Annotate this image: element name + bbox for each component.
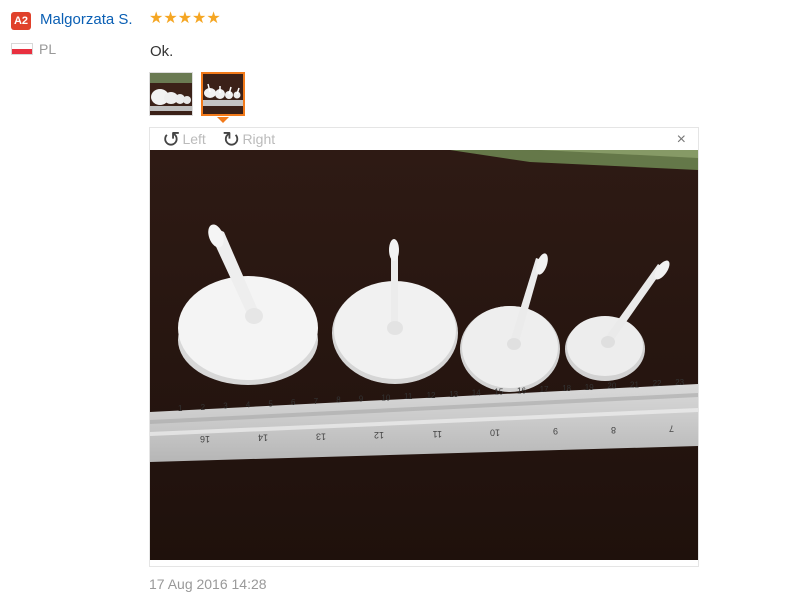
thumbnail-1-image xyxy=(150,73,192,115)
review-comment: Ok. xyxy=(150,43,174,60)
close-icon[interactable]: × xyxy=(677,131,686,149)
ruler-bottom-tick-label: 14 xyxy=(258,433,268,443)
ruler-top-tick-label: 5 xyxy=(268,399,273,408)
rotate-right-button[interactable]: ↻ Right xyxy=(222,127,276,153)
ruler-bottom-tick-label: 10 xyxy=(490,428,500,438)
rotate-left-icon: ↺ xyxy=(162,127,181,153)
rotate-left-button[interactable]: ↺ Left xyxy=(162,127,206,153)
ruler-top-tick-label: 13 xyxy=(449,390,458,399)
ruler-bottom-tick-label: 13 xyxy=(316,431,326,441)
ruler-top-tick-label: 8 xyxy=(336,396,341,405)
ruler-bottom-tick-label: 16 xyxy=(200,434,210,444)
review-photo-thumbnail-1[interactable] xyxy=(149,72,193,116)
poland-flag-icon xyxy=(11,43,33,55)
reviewer-country: PL xyxy=(39,41,57,57)
photo-viewer: ↺ Left ↻ Right × 1 2 3 4 5 6 7 8 9 10 11… xyxy=(149,127,699,567)
ruler-bottom-tick-label: 11 xyxy=(433,429,442,439)
ruler-bottom-tick-label: 7 xyxy=(669,424,674,434)
star-rating: ★★★★★ xyxy=(149,10,221,27)
buyer-level-badge: A2 xyxy=(11,12,31,30)
ruler-top-tick-label: 11 xyxy=(404,392,413,401)
rotate-left-label: Left xyxy=(182,131,206,147)
ruler-top-tick-label: 9 xyxy=(359,395,364,404)
ruler-top-tick-label: 1 xyxy=(178,404,183,413)
ruler-top-tick-label: 15 xyxy=(494,387,503,396)
ruler-top-tick-label: 14 xyxy=(472,389,481,398)
ruler-bottom-tick-label: 8 xyxy=(611,425,616,435)
ruler-top-tick-label: 6 xyxy=(291,398,296,407)
photo-viewer-toolbar: ↺ Left ↻ Right × xyxy=(150,127,698,153)
review-photo-thumbnail-2[interactable] xyxy=(201,72,245,116)
ruler-top-tick-label: 12 xyxy=(427,391,436,400)
ruler-top-tick-label: 20 xyxy=(607,382,616,391)
review-date: 17 Aug 2016 14:28 xyxy=(149,576,267,592)
ruler-top-tick-label: 7 xyxy=(314,397,319,406)
ruler-bottom-tick-label: 9 xyxy=(553,426,558,436)
ruler-top-tick-label: 18 xyxy=(562,384,571,393)
rotate-right-icon: ↻ xyxy=(222,127,241,153)
rotate-right-label: Right xyxy=(242,131,276,147)
review-photo-large: 1 2 3 4 5 6 7 8 9 10 11 12 13 14 15 16 17 18 19 20 21 22 23 16… xyxy=(150,150,698,560)
ruler-bottom-tick-label: 12 xyxy=(374,430,384,440)
ruler-top-tick-label: 4 xyxy=(246,400,251,409)
ruler-top-tick-label: 17 xyxy=(540,385,549,394)
ruler-top-tick-label: 16 xyxy=(517,386,526,395)
ruler-top-tick-label: 3 xyxy=(223,402,228,411)
ruler-top-tick-label: 22 xyxy=(653,379,662,388)
ruler-top-tick-label: 23 xyxy=(675,378,684,387)
ruler-top-tick-label: 10 xyxy=(381,393,390,402)
ruler-top-tick-label: 19 xyxy=(585,383,594,392)
reviewer-name[interactable]: Malgorzata S. xyxy=(40,10,133,30)
ruler-top-tick-label: 2 xyxy=(201,403,206,412)
ruler-top-tick-label: 21 xyxy=(630,380,639,389)
thumbnail-2-image xyxy=(203,74,243,114)
selected-thumbnail-pointer xyxy=(217,117,229,123)
